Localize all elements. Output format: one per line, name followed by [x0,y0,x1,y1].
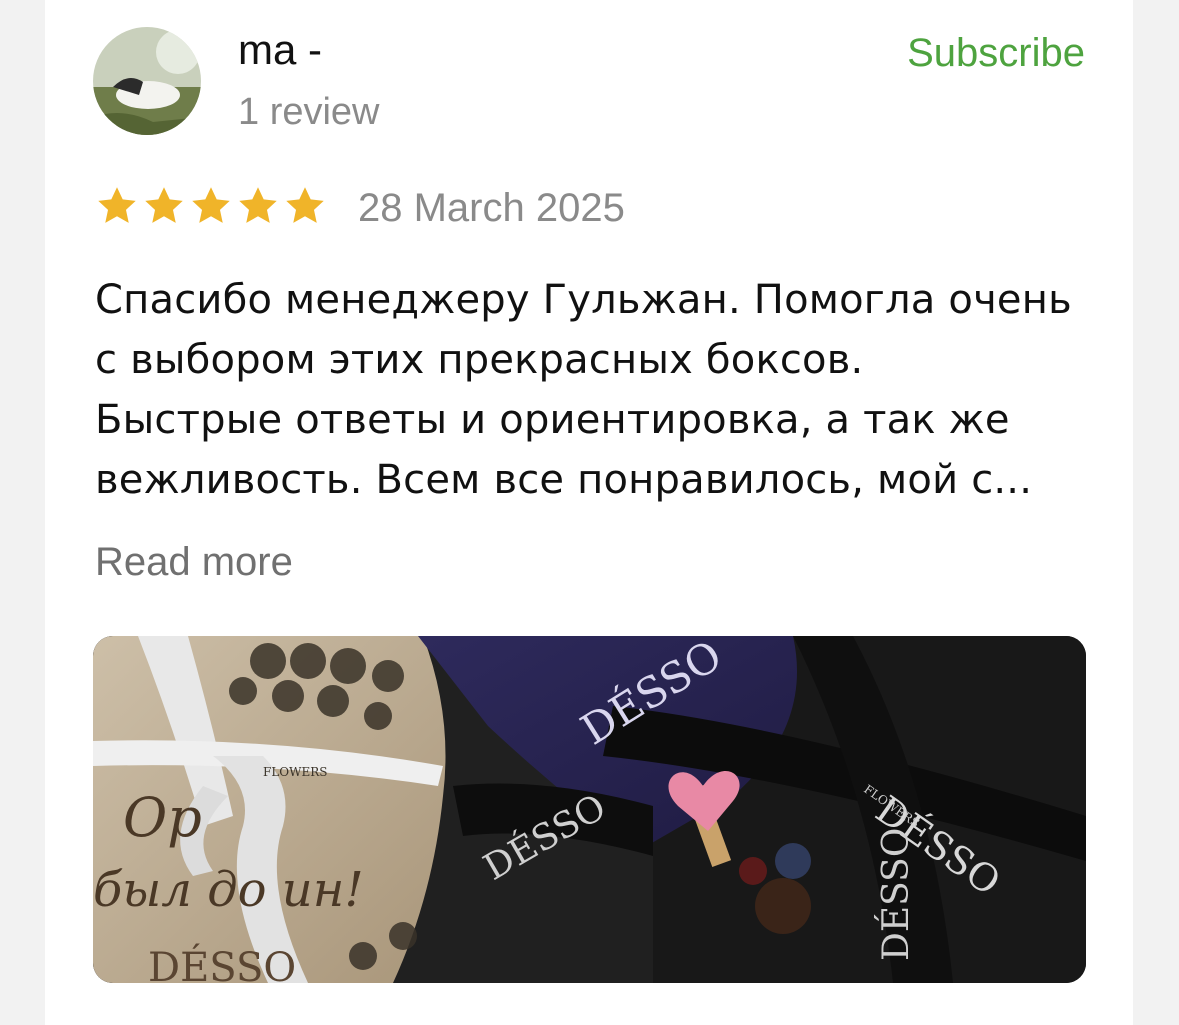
star-icon [286,187,324,223]
review-text-line: Быстрые ответы и ориентировка, а так же [95,397,1010,443]
review-text-line: с выбором этих прекрасных боксов. [95,337,864,383]
rating-stars [95,184,327,234]
subscribe-button[interactable]: Subscribe [907,30,1085,76]
svg-text:DÉSSO: DÉSSO [875,828,917,961]
review-photo-image: DÉSSO DÉSSO DÉSSO DÉSSO DÉSSO FLOWERS FL… [93,636,1086,983]
star-icon [239,187,277,223]
author-name[interactable]: ma - [238,26,322,74]
review-date: 28 March 2025 [358,186,625,230]
review-card: ma - 1 review Subscribe 28 March 2025 Сп… [45,0,1133,1025]
review-text-line: Спасибо менеджеру Гульжан. Помогла очень [95,277,1072,323]
review-photo[interactable]: DÉSSO DÉSSO DÉSSO DÉSSO DÉSSO FLOWERS FL… [93,636,1086,983]
review-text: Спасибо менеджеру Гульжан. Помогла очень… [95,270,1095,510]
review-text-line: вежливость. Всем все понравилось, мой с.… [95,457,1033,503]
svg-text:Ор: Ор [123,786,202,849]
svg-text:FLOWERS: FLOWERS [263,765,327,779]
svg-text:DÉSSO: DÉSSO [148,944,296,983]
author-review-count: 1 review [238,91,380,133]
star-icon [192,187,230,223]
svg-text:был до ин!: был до ин! [93,862,364,918]
star-icon [98,187,136,223]
star-icon [145,187,183,223]
read-more-link[interactable]: Read more [95,538,293,586]
author-avatar[interactable] [93,27,201,135]
user-avatar-icon [93,27,201,135]
